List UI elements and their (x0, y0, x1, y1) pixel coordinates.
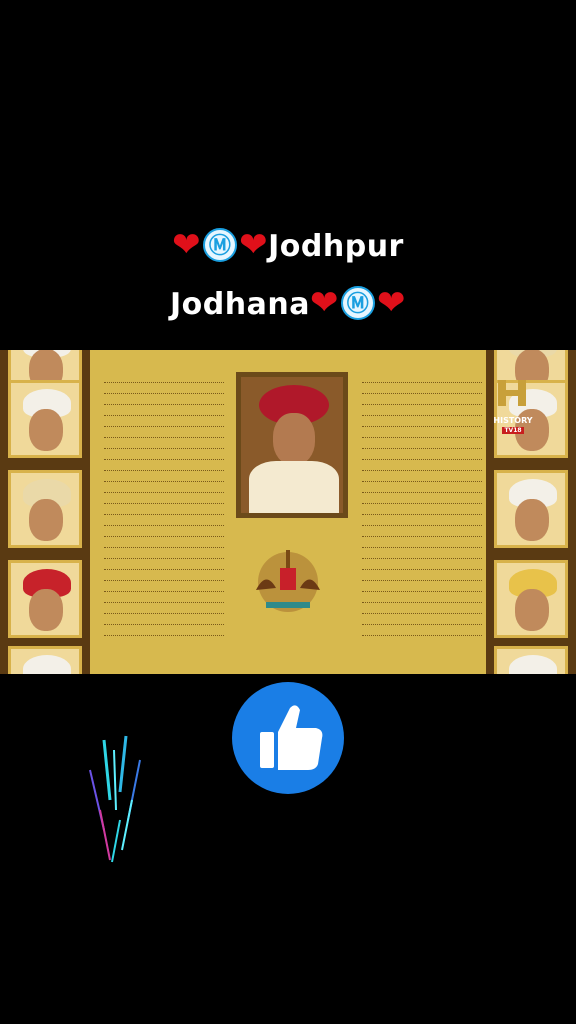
watermark-text: HISTORY TV18 (493, 416, 533, 434)
heart-icon: ❤ (309, 283, 339, 323)
caption-text-jodhana: Jodhana (170, 287, 310, 322)
caption-text-jodhpur: Jodhpur (268, 229, 404, 264)
rulers-list-left (104, 372, 224, 636)
genealogy-panel (90, 350, 486, 674)
portrait-frame (8, 470, 82, 548)
m-badge-icon: Ⓜ (340, 285, 375, 320)
video-frame[interactable]: HISTORY TV18 (0, 350, 576, 674)
heart-icon: ❤ (172, 225, 202, 265)
portrait-frame (494, 470, 568, 548)
heart-icon: ❤ (376, 283, 406, 323)
portrait-frame (8, 380, 82, 458)
rulers-list-right (362, 372, 482, 636)
portrait-frame (8, 646, 82, 674)
caption-line-1: ❤ Ⓜ ❤Jodhpur (0, 225, 576, 267)
portrait-frame (8, 560, 82, 638)
portrait-frame (494, 646, 568, 674)
like-button[interactable] (232, 682, 344, 794)
thumbs-up-icon (260, 705, 323, 770)
portrait-frame (494, 560, 568, 638)
coat-of-arms-icon (256, 550, 320, 612)
caption-line-2: Jodhana❤ Ⓜ ❤ (0, 283, 576, 325)
left-portrait-column (0, 350, 90, 674)
sparkle-icon (89, 735, 141, 863)
m-badge-icon: Ⓜ (203, 227, 238, 262)
central-portrait (236, 372, 348, 518)
heart-icon: ❤ (239, 225, 269, 265)
